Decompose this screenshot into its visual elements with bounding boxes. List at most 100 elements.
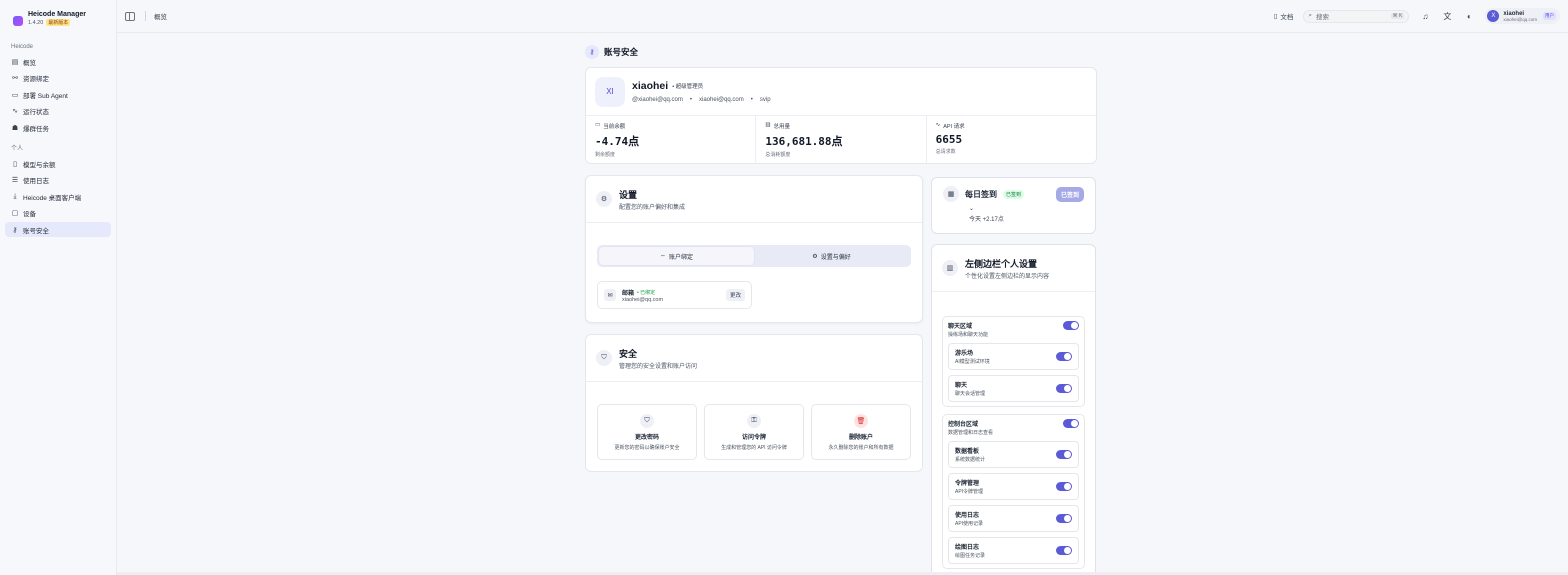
settings-desc: 配置您的账户偏好和集成 xyxy=(619,204,686,211)
translate-icon[interactable]: 文 xyxy=(1441,11,1453,22)
sidebar-item-label: Heicode 桌面客户端 xyxy=(23,194,82,202)
settings-group-chat: 聊天区域 操练场和聊天功能 游乐场 AI模型测试环境 聊天 聊天会话管理 xyxy=(942,316,1085,407)
delete-account-button[interactable]: 🗑 删除账户 永久删除您的账户和所有数据 xyxy=(811,404,911,460)
email-binding: ✉ 邮箱 • 已绑定 xiaohei@qq.com 更改 xyxy=(597,281,752,309)
trash-icon: 🗑 xyxy=(854,414,868,428)
search-shortcut: ⌘ K xyxy=(1390,13,1405,19)
sidebar-settings-desc: 个性化设置左侧边栏的显示内容 xyxy=(965,273,1050,280)
stat-usage: ▥ 总用量 136,681.88点 总消耗额度 xyxy=(756,116,927,164)
book-open-icon: ▯ xyxy=(1273,13,1278,20)
user-menu[interactable]: X xiaohei xiaohei@qq.com 用户 xyxy=(1485,8,1560,24)
brand-title: Heicode Manager xyxy=(28,11,86,18)
checkin-status-badge: 已签到 xyxy=(1003,189,1025,199)
tab-preferences[interactable]: ⚙ 设置与偏好 xyxy=(754,247,909,265)
chat-toggle[interactable] xyxy=(1056,384,1072,393)
sidebar-item-resource-binding[interactable]: ⚯ 资源绑定 xyxy=(5,71,111,86)
content: ⚷ 账号安全 XI xiaohei • 超级管理员 @xiaohei@qq.com… xyxy=(585,44,1097,575)
chevron-down-icon[interactable]: ⌄ xyxy=(969,205,1084,212)
sidebar-item-deploy-sub-agent[interactable]: ▭ 部署 Sub Agent xyxy=(5,87,111,102)
bell-icon[interactable]: ♫ xyxy=(1419,12,1431,21)
docs-label: 文档 xyxy=(1280,14,1294,21)
device-icon: ▢ xyxy=(11,210,19,217)
sidebar-item-label: 运行状态 xyxy=(23,109,49,116)
list-icon: ☰ xyxy=(11,177,19,184)
avatar: X xyxy=(1487,10,1500,22)
brand-version: 1.4.20 xyxy=(28,19,44,26)
search-icon: ⌕ xyxy=(1308,12,1313,19)
shield-icon: ⛉ xyxy=(640,414,654,428)
mail-icon: ✉ xyxy=(604,289,616,301)
layout-icon: ▥ xyxy=(942,260,958,276)
sidebar-item-label: 账号安全 xyxy=(23,227,49,235)
playground-toggle[interactable] xyxy=(1056,352,1072,361)
main: 概览 ▯ 文档 ⌕ 搜索 ⌘ K ♫ 文 ◐ X xiaohei xiaohei@… xyxy=(117,0,1568,575)
brand[interactable]: Heicode Manager 1.4.20 最新版本 xyxy=(5,8,111,36)
chat-area-toggle[interactable] xyxy=(1063,321,1079,330)
settings-item-chat: 聊天 聊天会话管理 xyxy=(948,375,1079,402)
settings-item-tokens: 令牌管理 API令牌管理 xyxy=(948,473,1079,500)
settings-title: 设置 xyxy=(619,189,638,200)
checkin-today: 今天 +2.17点 xyxy=(969,217,1004,223)
shield-icon: ⛉ xyxy=(596,350,612,366)
user-lock-icon: ⚷ xyxy=(12,226,18,234)
usage-logs-toggle[interactable] xyxy=(1056,514,1072,523)
security-desc: 管理您的安全设置和账户访问 xyxy=(619,363,698,370)
docs-link[interactable]: ▯ 文档 xyxy=(1274,11,1294,21)
dashboard-toggle[interactable] xyxy=(1056,450,1072,459)
sidebar-item-usage-logs[interactable]: ☰ 使用日志 xyxy=(5,173,111,188)
dashboard-icon: ▤ xyxy=(11,58,19,66)
profile-email: xiaohei@qq.com xyxy=(698,97,744,103)
security-title: 安全 xyxy=(619,348,638,359)
search-input[interactable]: ⌕ 搜索 ⌘ K xyxy=(1303,9,1410,23)
settings-group-console: 控制台区域 数据管理和日志查看 数据看板 系统数据统计 令牌管理 API令牌管理 使用… xyxy=(942,414,1085,569)
sidebar-item-models-balance[interactable]: ▯ 模型与余额 xyxy=(5,156,111,171)
checkin-button[interactable]: 已签到 xyxy=(1055,186,1084,202)
sidebar-item-status[interactable]: ∿ 运行状态 xyxy=(5,104,111,119)
link-icon: ⚯ xyxy=(12,75,18,82)
key-icon: ⚿ xyxy=(747,414,761,428)
console-area-toggle[interactable] xyxy=(1063,419,1079,428)
access-token-button[interactable]: ⚿ 访问令牌 生成和管理您的 API 访问令牌 xyxy=(704,404,804,460)
sidebar-item-label: 资源绑定 xyxy=(23,76,49,83)
profile-card: XI xiaohei • 超级管理员 @xiaohei@qq.com • xiaoh… xyxy=(585,67,1097,164)
activity-icon: ∿ xyxy=(12,108,18,115)
sidebar-item-tasks[interactable]: ☗ 爆群任务 xyxy=(5,120,111,135)
change-email-button[interactable]: 更改 xyxy=(725,289,745,301)
sidebar-item-devices[interactable]: ▢ 设备 xyxy=(5,206,111,221)
breadcrumb: 概览 xyxy=(145,11,167,21)
security-card: ⛉ 安全 管理您的安全设置和账户访问 ⛉ 更改密码 更新您的密码以确保账户安全 … xyxy=(585,334,923,472)
sidebar-item-label: 爆群任务 xyxy=(23,125,49,133)
palette-icon[interactable]: ◐ xyxy=(1463,12,1475,21)
drawing-logs-toggle[interactable] xyxy=(1056,546,1072,555)
tasks-icon: ☗ xyxy=(11,124,19,132)
sidebar-item-desktop-client[interactable]: ⤓ Heicode 桌面客户端 xyxy=(5,189,111,204)
stat-api-requests: ∿ API 请求 6655 总请求数 xyxy=(927,116,1096,164)
tokens-toggle[interactable] xyxy=(1056,482,1072,491)
sidebar-settings-title: 左侧边栏个人设置 xyxy=(965,258,1038,269)
checkin-card: ▦ 每日签到 已签到 已签到 ⌄ 今天 +2.17点 xyxy=(931,177,1096,234)
stat-value: 136,681.88点 xyxy=(765,135,843,148)
stat-sub: 总消耗额度 xyxy=(765,152,791,158)
settings-tabs: ⇔ 账户绑定 ⚙ 设置与偏好 xyxy=(597,245,911,267)
sidebar: Heicode Manager 1.4.20 最新版本 Heicode ▤ 概览 ⚯… xyxy=(0,0,117,575)
email-value: xiaohei@qq.com xyxy=(622,296,664,303)
topbar: 概览 ▯ 文档 ⌕ 搜索 ⌘ K ♫ 文 ◐ X xiaohei xiaohei@… xyxy=(117,0,1568,33)
sidebar-toggle-icon[interactable] xyxy=(125,11,135,21)
tab-account-binding[interactable]: ⇔ 账户绑定 xyxy=(599,247,754,265)
stat-value: -4.74点 xyxy=(595,135,640,148)
sidebar-item-overview[interactable]: ▤ 概览 xyxy=(5,54,111,69)
calendar-icon: ▦ xyxy=(943,186,959,202)
stat-value: 6655 xyxy=(935,133,963,146)
version-badge: 最新版本 xyxy=(46,19,71,26)
sidebar-item-label: 设备 xyxy=(23,211,36,218)
settings-item-drawing-logs: 绘图日志 绘图任务记录 xyxy=(948,537,1079,564)
sidebar-item-account-security[interactable]: ⚷ 账号安全 xyxy=(5,222,111,237)
change-password-button[interactable]: ⛉ 更改密码 更新您的密码以确保账户安全 xyxy=(597,404,697,460)
stat-sub: 总请求数 xyxy=(935,149,956,155)
sidebar-item-label: 概览 xyxy=(23,59,36,67)
profile-plan: svip xyxy=(759,97,771,103)
stat-balance: ▭ 当前余额 -4.74点 剩余额度 xyxy=(586,116,757,164)
sidebar-group-heicode: Heicode xyxy=(11,44,34,50)
activity-icon: ∿ xyxy=(935,122,941,128)
user-lock-icon: ⚷ xyxy=(585,44,599,59)
